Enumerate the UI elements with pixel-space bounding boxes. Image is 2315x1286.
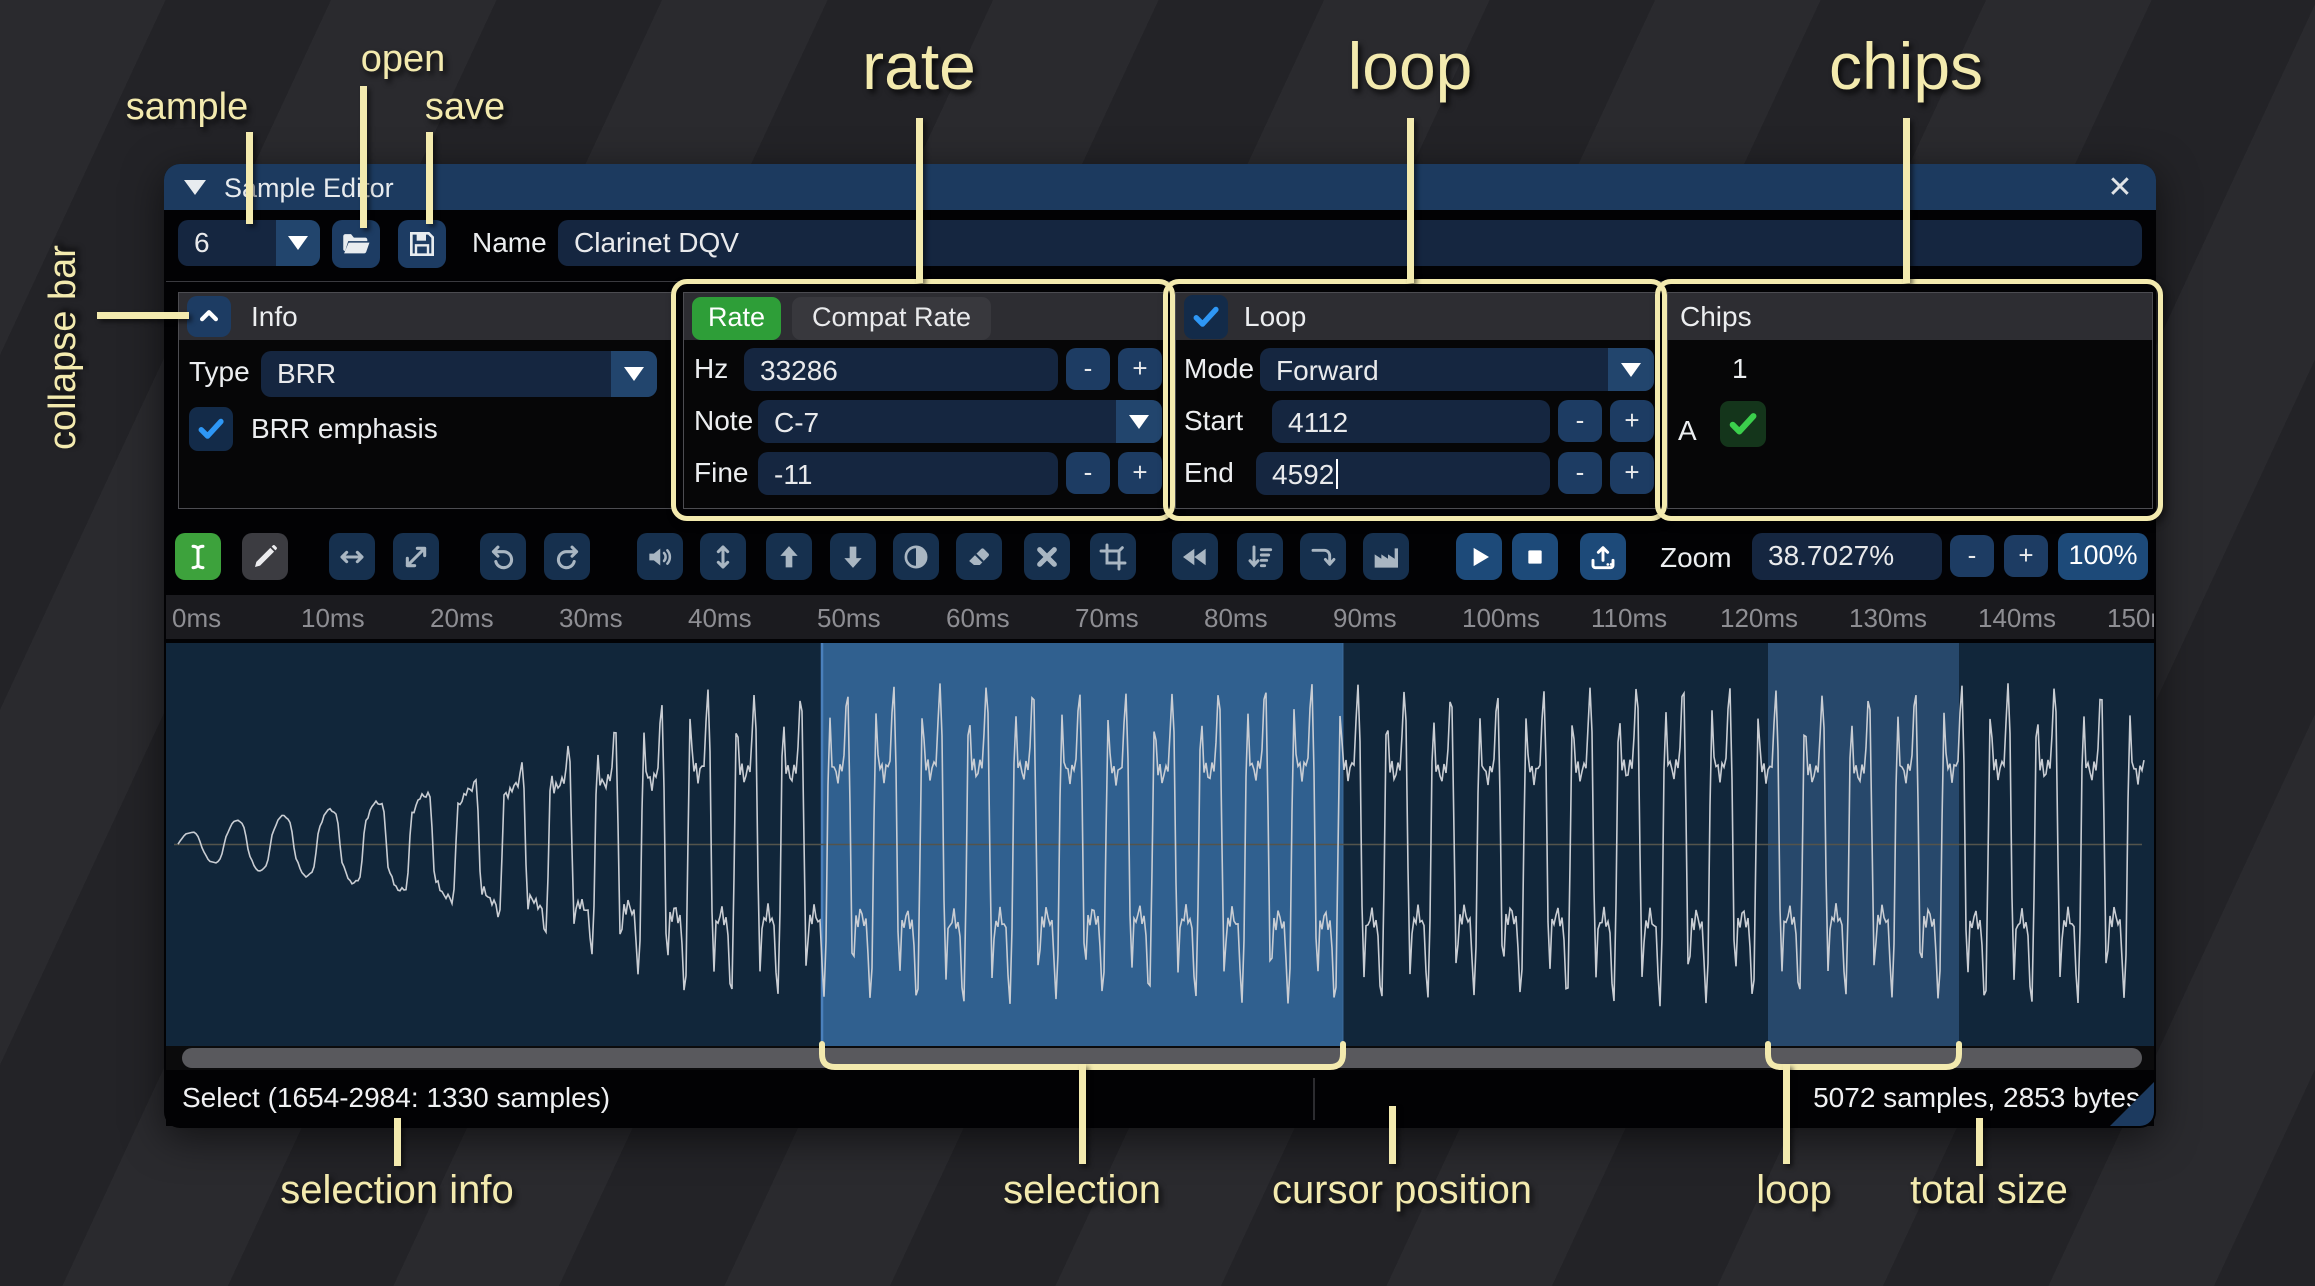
annotation-selection: selection (1003, 1168, 1161, 1212)
callout-line-chips (1903, 118, 1910, 283)
annotation-cursor-position: cursor position (1271, 1168, 1533, 1212)
callout-line-collapse-bar (97, 312, 189, 319)
callout-line-loop (1407, 118, 1414, 283)
annotation-collapse-bar: collapse bar (42, 245, 84, 450)
annotation-rate: rate (862, 29, 976, 103)
callout-line-open (360, 86, 367, 228)
annotation-overlay (819, 1041, 1962, 1070)
loop-bracket (1765, 1041, 1962, 1070)
callout-line-save (426, 132, 433, 224)
callout-line-selection (1079, 1064, 1086, 1164)
callout-line-rate (916, 118, 923, 283)
annotation-loop: loop (1347, 29, 1473, 103)
callout-line-loop-bottom (1783, 1064, 1790, 1164)
annotation-loop-bottom: loop (1756, 1168, 1832, 1212)
annotation-save: save (424, 86, 506, 128)
annotated-screenshot: Sample Editor ✕ 6 Name Clarinet DQV Info… (0, 0, 2315, 1286)
annotation-chips: chips (1828, 29, 1984, 103)
callout-line-selection-info (394, 1118, 401, 1166)
callout-line-cursor-position (1389, 1106, 1396, 1164)
annotation-total-size: total size (1910, 1168, 2068, 1212)
callout-line-total-size (1976, 1118, 1983, 1166)
callout-line-sample (246, 132, 253, 224)
annotation-sample: sample (125, 86, 249, 128)
annotation-open: open (360, 38, 446, 80)
annotation-selection-info: selection info (280, 1168, 514, 1212)
